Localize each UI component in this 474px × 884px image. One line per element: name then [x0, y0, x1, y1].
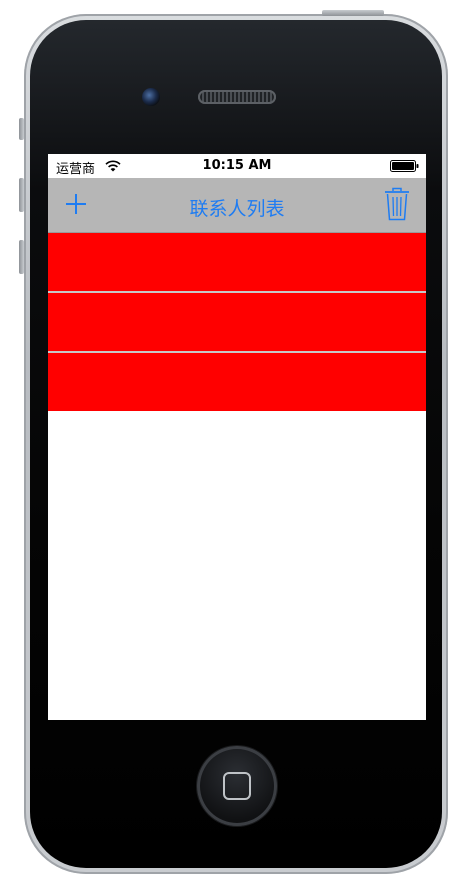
table-row[interactable]	[48, 233, 426, 293]
earpiece-speaker	[198, 90, 276, 104]
home-square-icon	[223, 772, 251, 800]
navigation-bar: 联系人列表	[48, 178, 426, 233]
screen: 运营商 10:15 AM 联系人列表	[48, 154, 426, 720]
mute-switch	[19, 118, 24, 140]
page-title: 联系人列表	[189, 198, 285, 220]
home-button[interactable]	[197, 746, 277, 826]
status-time: 10:15 AM	[202, 158, 272, 173]
table-row[interactable]	[48, 353, 426, 411]
trash-icon	[385, 187, 409, 221]
volume-down-button	[19, 240, 24, 274]
power-button	[322, 10, 384, 16]
volume-up-button	[19, 178, 24, 212]
status-bar: 运营商 10:15 AM	[48, 154, 426, 178]
front-camera	[142, 88, 160, 106]
table-row[interactable]	[48, 293, 426, 353]
battery-icon	[390, 160, 419, 172]
delete-button[interactable]	[382, 186, 412, 222]
contact-list	[48, 233, 426, 411]
